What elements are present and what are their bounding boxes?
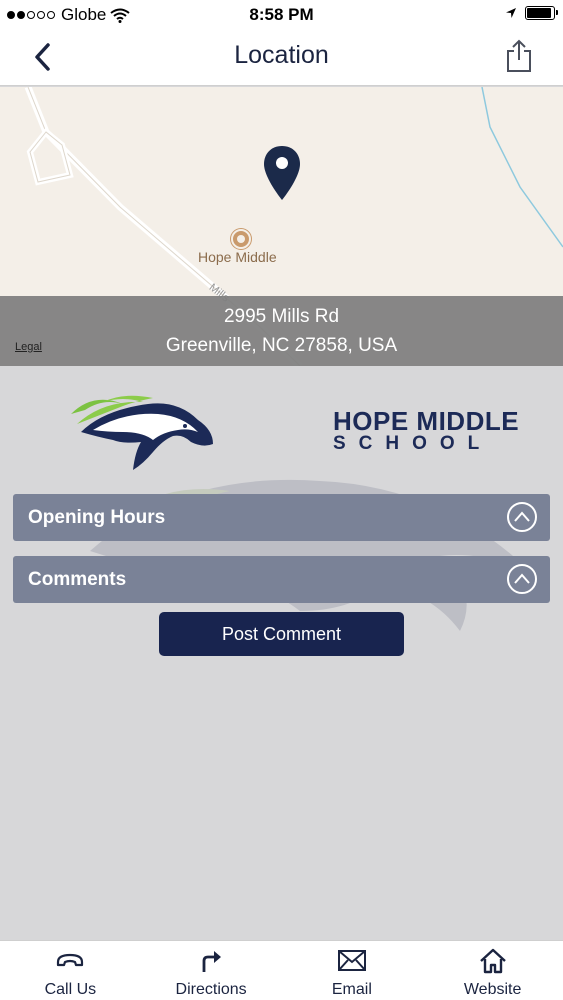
school-name-line-2: SCHOOL	[333, 433, 493, 454]
status-time: 8:58 PM	[249, 5, 314, 24]
tab-label: Directions	[175, 981, 247, 998]
comments-section[interactable]: Comments	[13, 556, 550, 603]
status-right-group	[505, 6, 558, 20]
address-line-2: Greenville, NC 27858, USA	[165, 335, 398, 356]
tab-email[interactable]: Email	[282, 941, 423, 1000]
content-area: HOPE MIDDLE SCHOOL Opening Hours Comment…	[0, 366, 563, 940]
school-name-logo: HOPE MIDDLE SCHOOL	[333, 406, 519, 455]
poi-label: Hope Middle	[198, 249, 277, 265]
tab-label: Call Us	[44, 981, 97, 998]
section-label: Comments	[28, 569, 127, 590]
directions-icon	[202, 951, 222, 972]
post-comment-button[interactable]: Post Comment	[159, 612, 404, 656]
tab-website[interactable]: Website	[422, 941, 563, 1000]
legal-link[interactable]: Legal	[15, 341, 42, 353]
share-button[interactable]	[505, 38, 533, 74]
email-icon	[337, 950, 366, 971]
address-overlay: 2995 Mills Rd Greenville, NC 27858, USA …	[0, 296, 563, 366]
address-line-1: 2995 Mills Rd	[223, 306, 340, 327]
home-icon	[479, 948, 506, 974]
page-title: Location	[234, 41, 329, 69]
tab-label: Website	[463, 981, 522, 998]
tab-call-us[interactable]: Call Us	[0, 941, 141, 1000]
chevron-up-icon[interactable]	[507, 502, 537, 532]
map-view[interactable]: Hope Middle Mills 2995 Mills Rd Greenvil…	[0, 87, 563, 366]
bottom-tab-bar: Call Us Directions Email Website	[0, 940, 563, 1000]
phone-icon	[57, 953, 84, 967]
poi-school-icon	[231, 229, 251, 249]
location-arrow-icon	[506, 8, 516, 18]
section-label: Opening Hours	[28, 507, 166, 528]
navigation-bar: Location	[0, 30, 563, 86]
tab-directions[interactable]: Directions	[141, 941, 282, 1000]
battery-icon	[525, 6, 558, 20]
school-logo-mustang-icon	[71, 395, 213, 470]
status-bar: Globe 8:58 PM	[0, 0, 563, 30]
tab-label: Email	[331, 981, 372, 998]
chevron-up-icon[interactable]	[507, 564, 537, 594]
map-pin-icon[interactable]	[262, 144, 302, 202]
opening-hours-section[interactable]: Opening Hours	[13, 494, 550, 541]
